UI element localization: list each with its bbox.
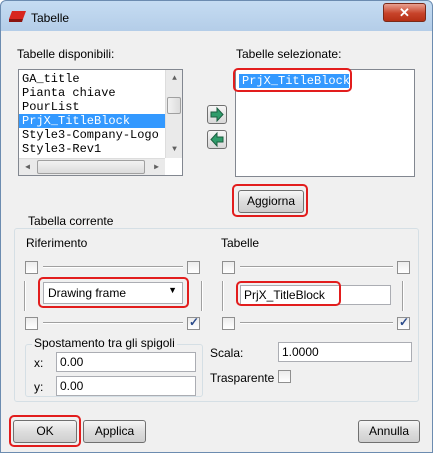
y-label: y: bbox=[34, 380, 44, 394]
window-title: Tabelle bbox=[31, 11, 70, 25]
anchor-top-right-checkbox[interactable] bbox=[187, 261, 200, 274]
scroll-left-icon[interactable]: ◀ bbox=[19, 159, 36, 175]
arrow-right-icon bbox=[210, 106, 224, 123]
scroll-up-icon[interactable]: ▲ bbox=[166, 70, 182, 87]
highlight-reference-dropdown bbox=[38, 277, 189, 308]
reference-label: Riferimento bbox=[26, 236, 88, 250]
list-item[interactable]: Pianta chiave bbox=[19, 86, 166, 100]
table-frame-right-line bbox=[402, 281, 404, 311]
table-anchor-bottom-left-checkbox[interactable] bbox=[222, 317, 235, 330]
available-tables-label: Tabelle disponibili: bbox=[17, 47, 115, 61]
table-anchor-top-right-checkbox[interactable] bbox=[397, 261, 410, 274]
close-button[interactable]: ✕ bbox=[383, 3, 426, 22]
list-item[interactable]: Style3-Company-Logo bbox=[19, 128, 166, 142]
scroll-right-icon[interactable]: ▶ bbox=[148, 159, 165, 175]
anchor-top-left-checkbox[interactable] bbox=[25, 261, 38, 274]
table-frame-top-line bbox=[240, 266, 393, 268]
scale-field[interactable]: 1.0000 bbox=[278, 342, 412, 362]
scale-label: Scala: bbox=[210, 346, 244, 360]
frame-right-line bbox=[201, 281, 203, 311]
x-label: x: bbox=[34, 356, 44, 370]
highlight-table-name bbox=[236, 281, 341, 306]
title-bar[interactable]: Tabelle ✕ bbox=[1, 1, 432, 31]
frame-bottom-line bbox=[43, 322, 183, 324]
dialog-window: Tabelle ✕ Tabelle disponibili: GA_title … bbox=[0, 0, 433, 453]
tables-label: Tabelle bbox=[221, 236, 260, 250]
anchor-bottom-right-checkbox[interactable] bbox=[187, 315, 200, 330]
move-left-button[interactable] bbox=[207, 130, 227, 149]
close-icon: ✕ bbox=[399, 5, 410, 20]
app-icon bbox=[9, 11, 26, 22]
list-item-selected[interactable]: PrjX_TitleBlock bbox=[19, 114, 166, 128]
cancel-button[interactable]: Annulla bbox=[358, 420, 420, 443]
apply-button[interactable]: Applica bbox=[83, 420, 146, 443]
horizontal-scrollbar[interactable]: ◀ ▶ bbox=[19, 158, 165, 175]
list-item[interactable]: GA_title bbox=[19, 72, 166, 86]
frame-top-line bbox=[43, 266, 183, 268]
scroll-thumb[interactable] bbox=[167, 97, 181, 114]
transparent-label: Trasparente bbox=[210, 371, 275, 385]
table-frame-left-line bbox=[222, 281, 224, 311]
available-items: GA_title Pianta chiave PourList PrjX_Tit… bbox=[19, 72, 166, 156]
highlight-update-button bbox=[232, 184, 308, 217]
highlight-ok-button bbox=[9, 415, 81, 447]
list-item[interactable]: PourList bbox=[19, 100, 166, 114]
arrow-left-icon bbox=[210, 131, 224, 148]
available-tables-list[interactable]: GA_title Pianta chiave PourList PrjX_Tit… bbox=[18, 69, 183, 176]
current-table-title: Tabella corrente bbox=[26, 214, 116, 228]
vertical-scrollbar[interactable]: ▲ ▼ bbox=[165, 70, 182, 158]
anchor-bottom-left-checkbox[interactable] bbox=[25, 317, 38, 330]
scroll-down-icon[interactable]: ▼ bbox=[166, 141, 182, 158]
offset-group-title: Spostamento tra gli spigoli bbox=[32, 336, 177, 350]
table-anchor-bottom-right-checkbox[interactable] bbox=[397, 315, 410, 330]
transparent-checkbox[interactable] bbox=[278, 370, 291, 383]
move-right-button[interactable] bbox=[207, 105, 227, 124]
h-scroll-thumb[interactable] bbox=[37, 160, 145, 174]
frame-left-line bbox=[24, 281, 26, 311]
dialog-client: Tabelle disponibili: GA_title Pianta chi… bbox=[5, 31, 428, 448]
table-frame-bottom-line bbox=[240, 322, 393, 324]
selected-tables-label: Tabelle selezionate: bbox=[236, 47, 342, 61]
list-item[interactable]: Style3-Rev1 bbox=[19, 142, 166, 156]
highlight-selected-item bbox=[233, 68, 352, 92]
table-anchor-top-left-checkbox[interactable] bbox=[222, 261, 235, 274]
x-offset-field[interactable]: 0.00 bbox=[56, 352, 196, 372]
y-offset-field[interactable]: 0.00 bbox=[56, 376, 196, 396]
